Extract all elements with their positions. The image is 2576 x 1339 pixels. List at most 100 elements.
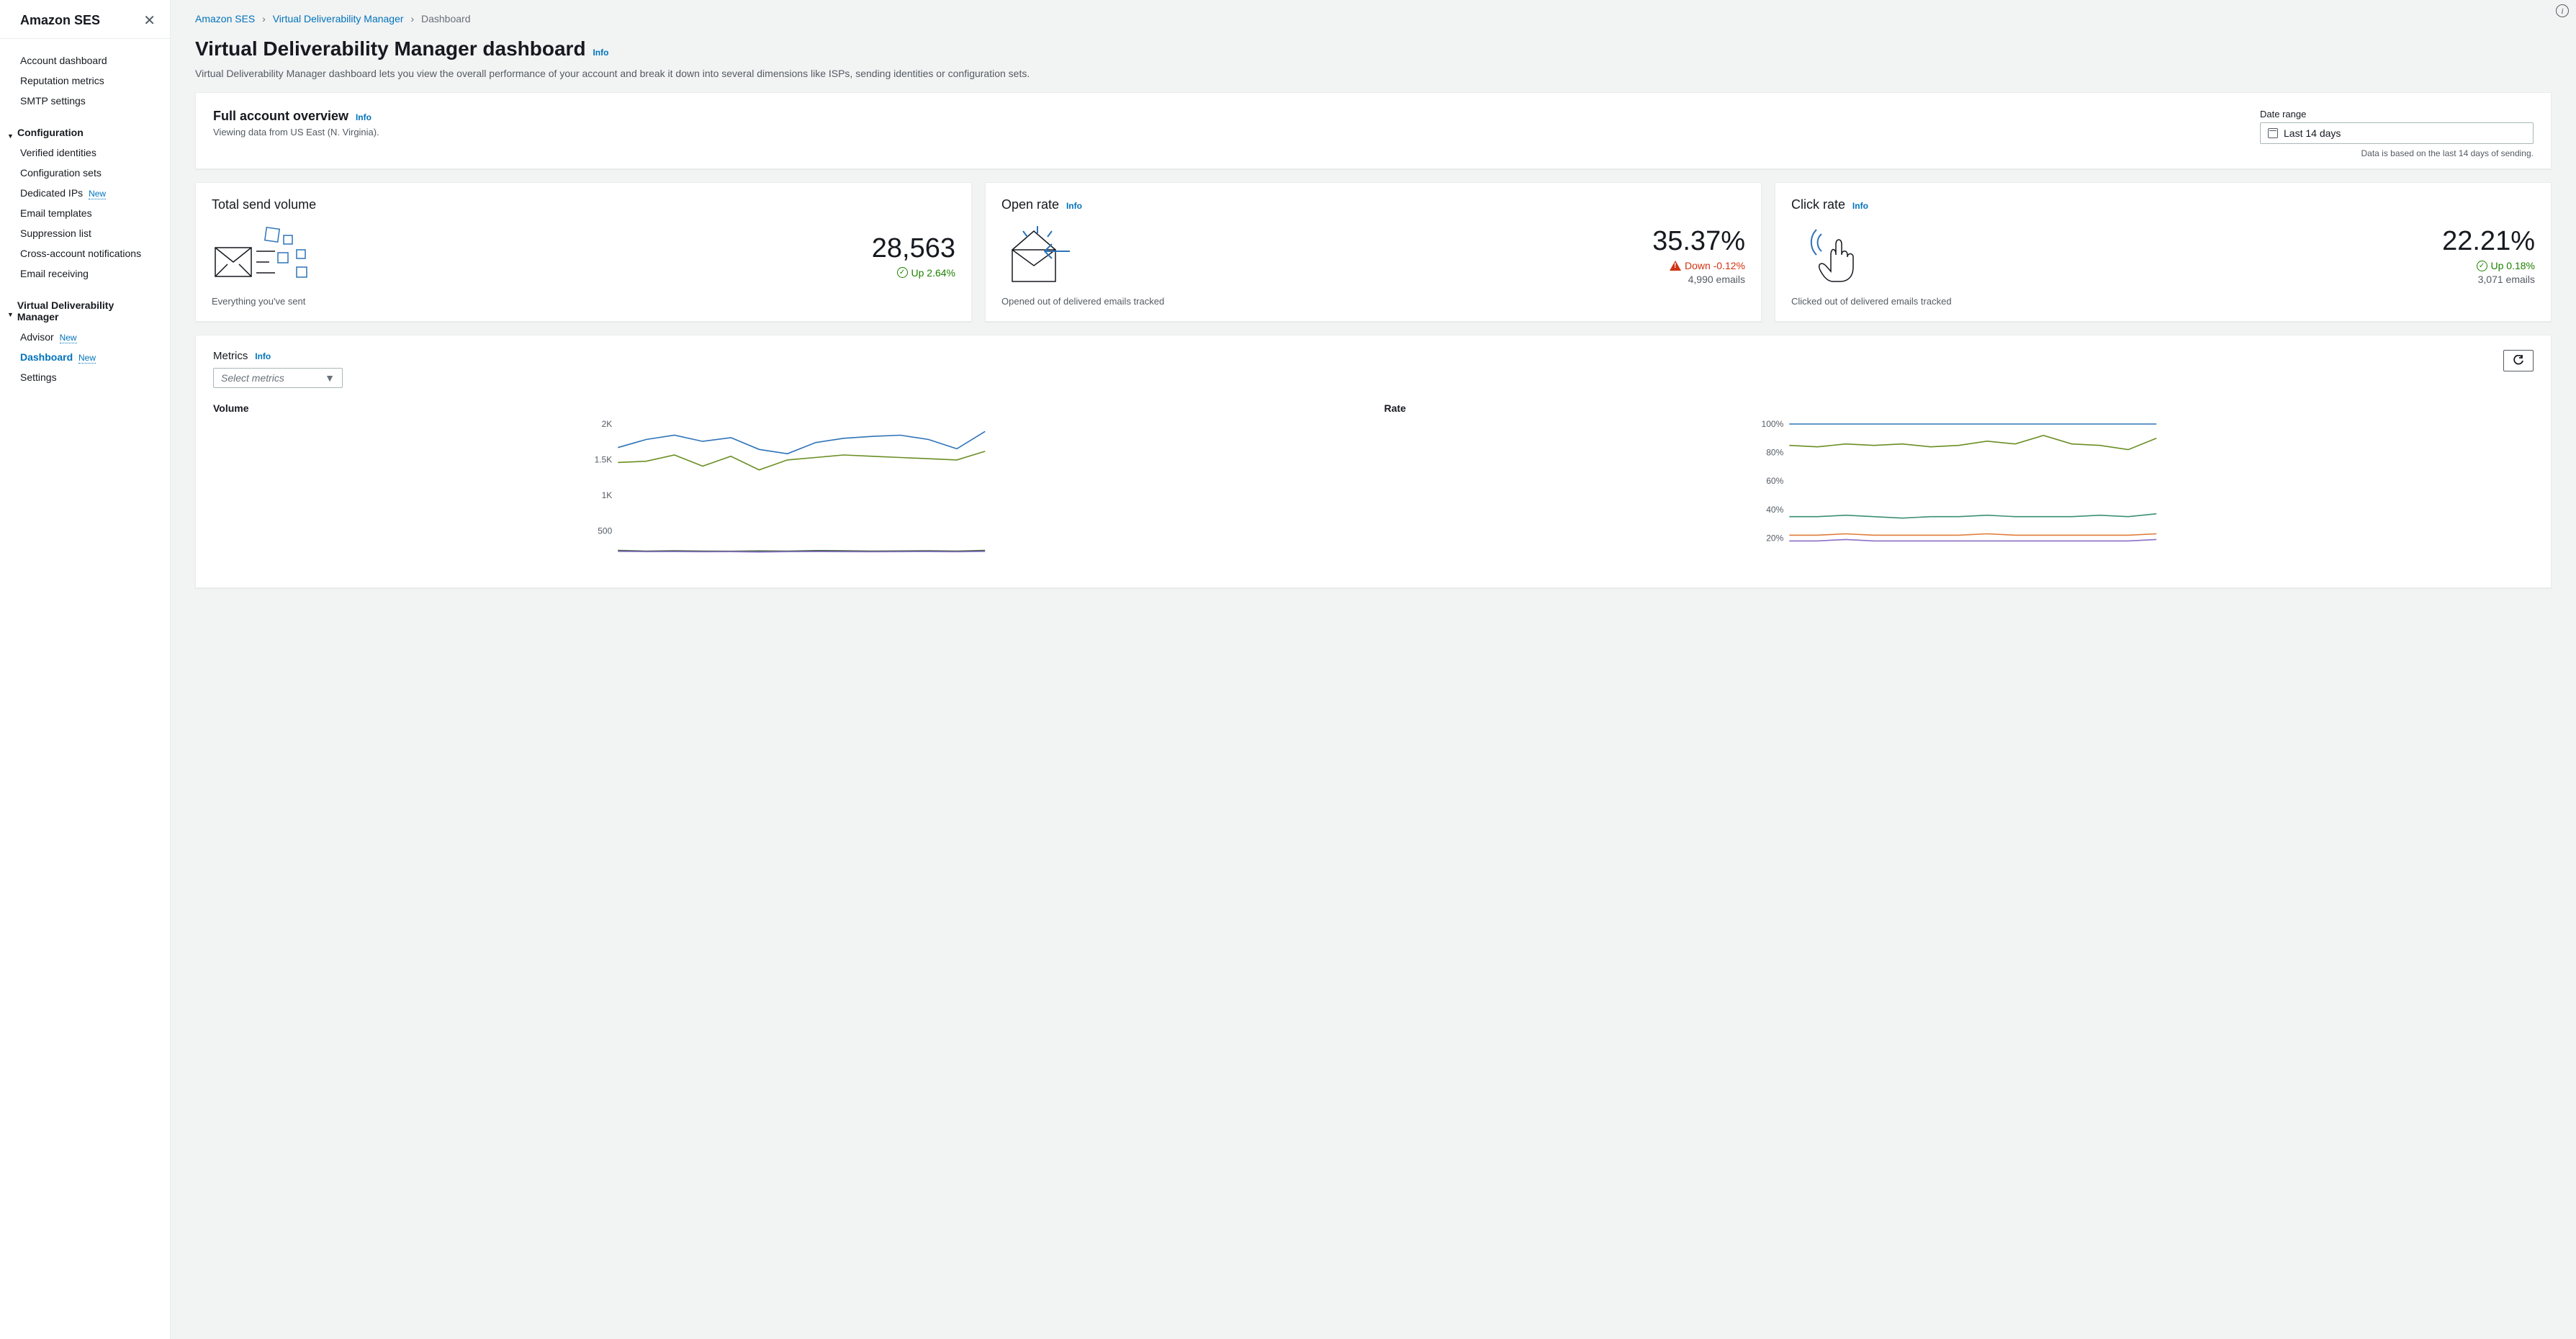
card-total-send: Total send volume [195, 182, 972, 322]
stat-cards-row: Total send volume [195, 182, 2552, 322]
page-header: Virtual Deliverability Manager dashboard… [171, 30, 2576, 63]
nav-item-label: Advisor [20, 331, 54, 343]
card-click-rate: Click rate Info 22.21% [1775, 182, 2552, 322]
select-placeholder: Select metrics [221, 372, 284, 384]
nav-vdm-group: Virtual Deliverability Manager Advisor N… [0, 295, 170, 387]
trend-text: Down -0.12% [1685, 260, 1745, 271]
card-title: Total send volume [212, 197, 316, 212]
sidebar-header: Amazon SES ✕ [0, 0, 170, 39]
overview-subtitle: Viewing data from US East (N. Virginia). [213, 127, 379, 137]
svg-text:1K: 1K [602, 490, 613, 500]
chart-title: Volume [213, 402, 1363, 414]
svg-text:500: 500 [598, 526, 612, 536]
check-circle-icon: ✓ [2477, 261, 2487, 271]
page-description: Virtual Deliverability Manager dashboard… [171, 63, 2576, 92]
envelope-send-icon [212, 222, 312, 289]
chevron-down-icon [7, 307, 14, 315]
open-emails-count: 4,990 emails [1652, 274, 1745, 285]
envelope-open-icon [1001, 222, 1081, 289]
nav-settings[interactable]: Settings [0, 367, 170, 387]
overview-right: Date range Last 14 days Data is based on… [2260, 109, 2534, 158]
nav-configuration-group: Configuration Verified identities Config… [0, 122, 170, 284]
nav-configuration-sets[interactable]: Configuration sets [0, 163, 170, 183]
nav-item-label: Dashboard [20, 351, 73, 363]
chevron-down-icon: ▼ [325, 372, 335, 384]
nav-reputation-metrics[interactable]: Reputation metrics [0, 71, 170, 91]
date-range-label: Date range [2260, 109, 2534, 120]
breadcrumb-current: Dashboard [421, 13, 471, 24]
nav-email-templates[interactable]: Email templates [0, 203, 170, 223]
metrics-title: Metrics [213, 350, 248, 362]
nav-suppression-list[interactable]: Suppression list [0, 223, 170, 243]
svg-text:40%: 40% [1766, 505, 1783, 515]
card-footer: Clicked out of delivered emails tracked [1791, 296, 2535, 307]
info-link[interactable]: Info [255, 351, 271, 361]
service-title: Amazon SES [20, 13, 100, 28]
overview-title: Full account overview [213, 109, 348, 123]
nav-cross-account[interactable]: Cross-account notifications [0, 243, 170, 263]
new-badge: New [60, 333, 77, 343]
refresh-button[interactable] [2503, 350, 2534, 371]
nav-dedicated-ips[interactable]: Dedicated IPs New [0, 183, 170, 203]
sidebar-nav: Account dashboard Reputation metrics SMT… [0, 39, 170, 399]
nav-verified-identities[interactable]: Verified identities [0, 143, 170, 163]
sidebar: Amazon SES ✕ Account dashboard Reputatio… [0, 0, 171, 1339]
info-link[interactable]: Info [593, 48, 608, 58]
click-emails-count: 3,071 emails [2442, 274, 2535, 285]
trend-text: Up 2.64% [911, 267, 955, 279]
nav-section-label: Configuration [17, 127, 84, 138]
card-title: Open rate [1001, 197, 1059, 212]
svg-text:1.5K: 1.5K [595, 455, 613, 465]
svg-text:20%: 20% [1766, 533, 1783, 543]
nav-smtp-settings[interactable]: SMTP settings [0, 91, 170, 111]
click-trend: ✓ Up 0.18% [2442, 260, 2535, 271]
nav-dashboard[interactable]: Dashboard New [0, 347, 170, 367]
date-range-select[interactable]: Last 14 days [2260, 122, 2534, 144]
overview-panel: Full account overview Info Viewing data … [195, 92, 2552, 169]
metrics-panel: Metrics Info Select metrics ▼ Volum [195, 335, 2552, 588]
date-range-value: Last 14 days [2284, 127, 2341, 139]
info-link[interactable]: Info [356, 112, 371, 122]
card-footer: Everything you've sent [212, 296, 955, 307]
svg-text:80%: 80% [1766, 448, 1783, 458]
chevron-down-icon [7, 129, 14, 136]
nav-advisor[interactable]: Advisor New [0, 327, 170, 347]
breadcrumb-root[interactable]: Amazon SES [195, 13, 255, 24]
volume-chart: Volume 500 1K 1.5K 2K [213, 402, 1363, 573]
open-trend: Down -0.12% [1652, 260, 1745, 271]
breadcrumb: Amazon SES › Virtual Deliverability Mana… [171, 0, 2576, 30]
check-circle-icon: ✓ [897, 267, 908, 278]
info-icon[interactable]: i [2556, 4, 2569, 17]
calendar-icon [2268, 128, 2278, 138]
send-trend: ✓ Up 2.64% [872, 267, 955, 279]
rate-chart-svg: 20%40%60%80%100% [1384, 420, 2534, 571]
svg-text:2K: 2K [602, 420, 613, 429]
date-range-note: Data is based on the last 14 days of sen… [2260, 148, 2534, 158]
card-footer: Opened out of delivered emails tracked [1001, 296, 1745, 307]
metrics-header: Metrics Info Select metrics ▼ [213, 350, 2534, 388]
nav-section-configuration[interactable]: Configuration [0, 122, 170, 143]
svg-text:100%: 100% [1761, 420, 1783, 429]
nav-item-label: Dedicated IPs [20, 187, 83, 199]
page-title: Virtual Deliverability Manager dashboard [195, 37, 586, 60]
info-link[interactable]: Info [1852, 201, 1868, 211]
trend-text: Up 0.18% [2491, 260, 2535, 271]
chart-title: Rate [1384, 402, 2534, 414]
click-hand-icon [1791, 222, 1885, 289]
nav-section-vdm[interactable]: Virtual Deliverability Manager [0, 295, 170, 327]
send-volume-value: 28,563 [872, 233, 955, 264]
nav-email-receiving[interactable]: Email receiving [0, 263, 170, 284]
volume-chart-svg: 500 1K 1.5K 2K [213, 420, 1363, 571]
nav-account-dashboard[interactable]: Account dashboard [0, 50, 170, 71]
charts-row: Volume 5001K1.5K2K Rate 20%40%60%80%100% [213, 402, 2534, 573]
rate-chart: Rate 20%40%60%80%100% [1384, 402, 2534, 573]
breadcrumb-vdm[interactable]: Virtual Deliverability Manager [273, 13, 404, 24]
main-content: i Amazon SES › Virtual Deliverability Ma… [171, 0, 2576, 1339]
nav-top-group: Account dashboard Reputation metrics SMT… [0, 50, 170, 111]
select-metrics-dropdown[interactable]: Select metrics ▼ [213, 368, 343, 388]
info-link[interactable]: Info [1066, 201, 1082, 211]
open-rate-value: 35.37% [1652, 226, 1745, 257]
warning-icon [1670, 261, 1681, 271]
close-icon[interactable]: ✕ [143, 14, 156, 28]
refresh-icon [2513, 355, 2524, 366]
